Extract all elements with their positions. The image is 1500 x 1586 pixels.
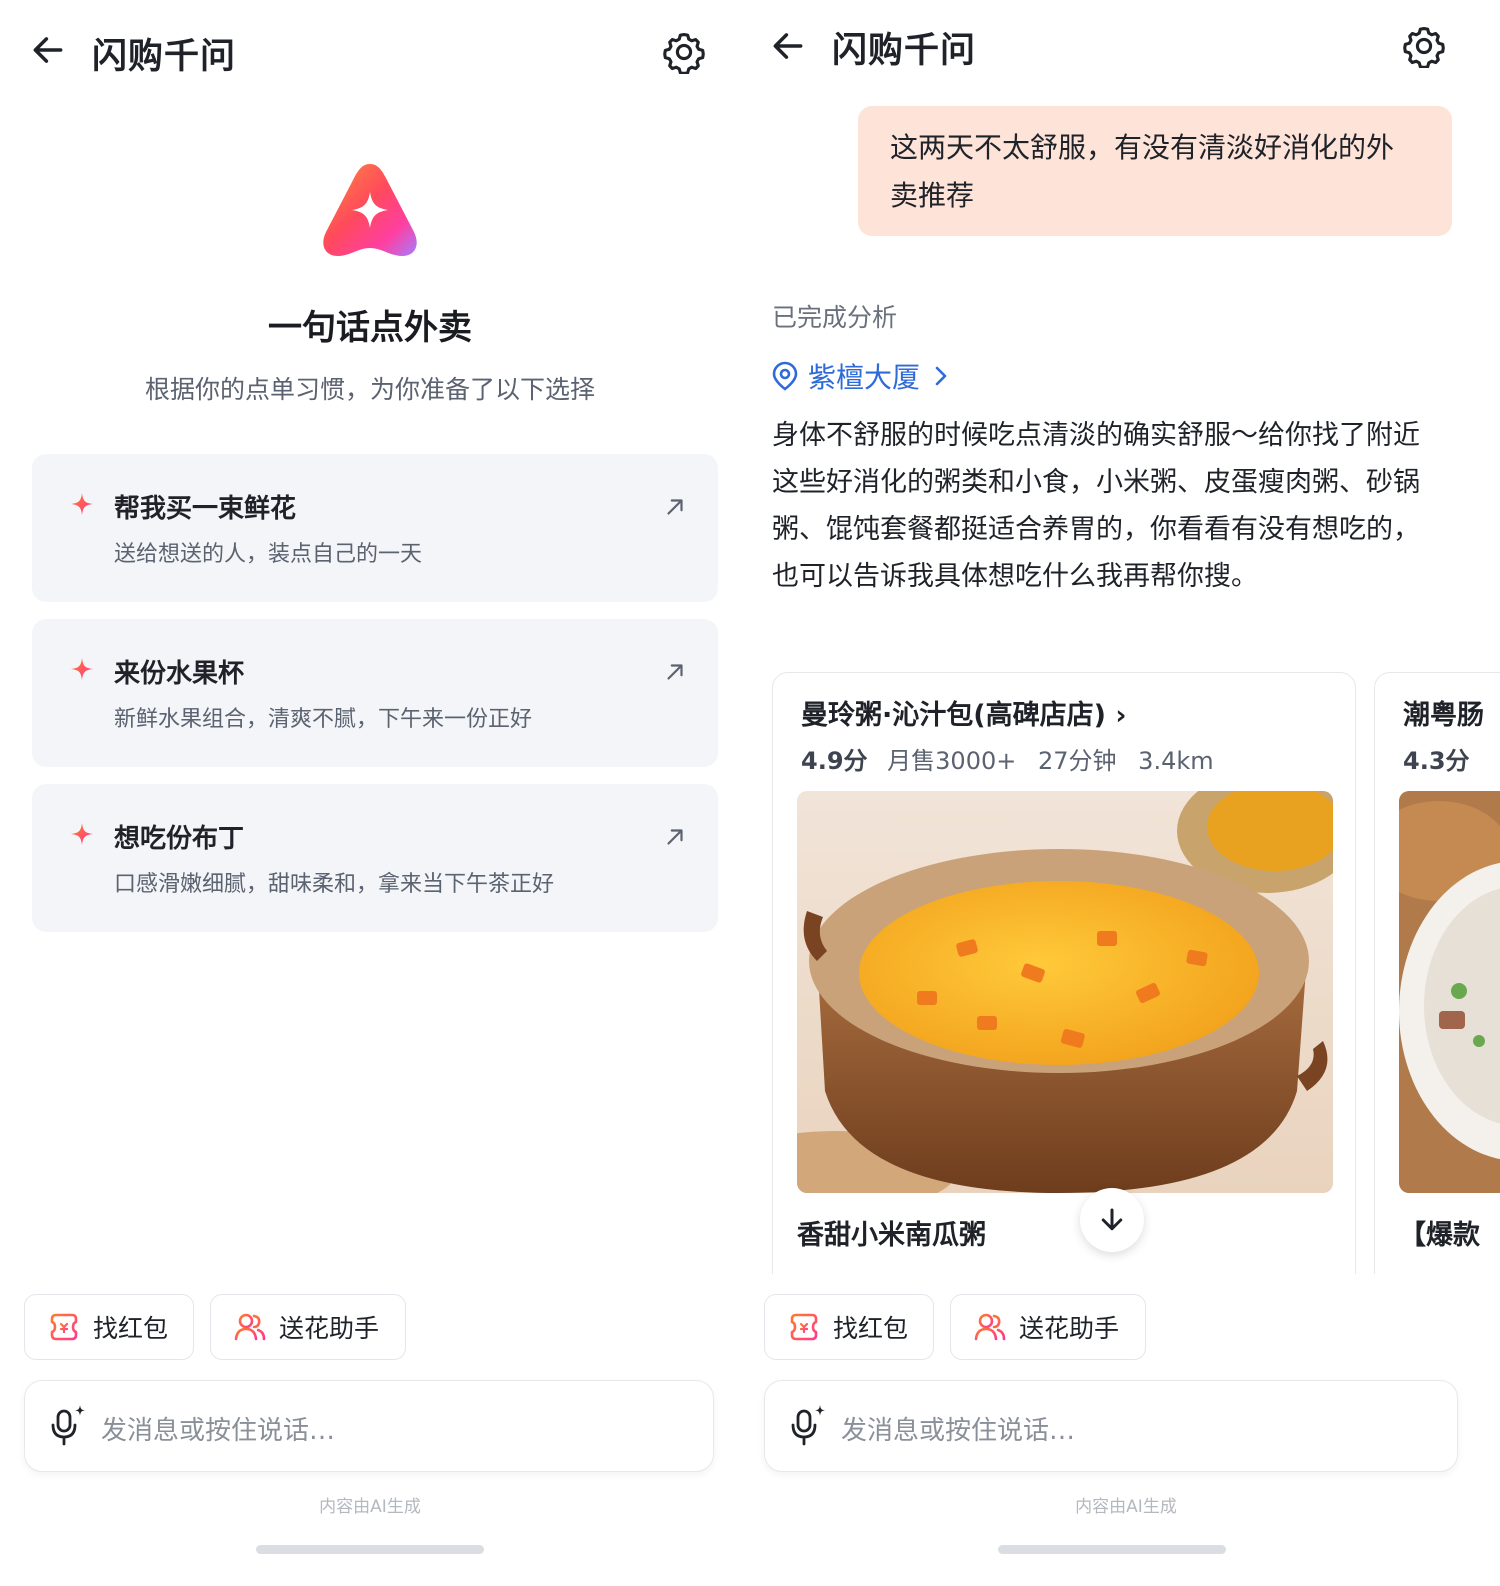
arrow-down-icon [1101,1208,1123,1231]
delivery-time: 27分钟 [1037,747,1117,775]
hero-title: 一句话点外卖 [268,308,472,348]
arrow-up-right-icon [667,499,683,515]
settings-button[interactable] [658,26,710,78]
find-red-packet-button[interactable]: 找红包 [24,1294,194,1360]
suggestion-title: 想吃份布丁 [114,824,245,854]
store-sales: 月售3000+ [887,747,1017,775]
dish-image[interactable] [797,791,1333,1193]
app-header: 闪购千问 [752,0,1500,100]
red-packet-icon [790,1313,818,1341]
screen-divider [740,0,752,1586]
store-name-label: 曼玲粥·沁汁包(高碑店店) [801,700,1106,731]
suggestion-desc: 送给想送的人，装点自己的一天 [114,542,423,567]
app-header: 闪购千问 [0,0,740,100]
sparkle-icon [71,493,93,515]
store-distance: 3.4km [1138,747,1214,775]
store-rating: 4.3分 [1403,747,1470,775]
gear-icon [1403,27,1445,68]
message-input[interactable]: 发消息或按住说话… [764,1380,1458,1472]
chip-label: 送花助手 [279,1314,380,1343]
arrow-up-right-icon [667,664,683,680]
back-button[interactable] [24,26,72,74]
sparkle-icon [71,823,93,845]
store-rating: 4.9分 [801,747,868,775]
chip-label: 找红包 [93,1314,169,1343]
suggestion-desc: 新鲜水果组合，清爽不腻，下午来一份正好 [114,707,533,732]
hero-subtitle: 根据你的点单习惯，为你准备了以下选择 [144,375,595,404]
input-placeholder: 发消息或按住说话… [101,1416,336,1446]
input-placeholder: 发消息或按住说话… [841,1416,1076,1446]
flower-assistant-button[interactable]: 送花助手 [210,1294,406,1360]
suggestion-card[interactable]: 帮我买一束鲜花 送给想送的人，装点自己的一天 [32,454,718,602]
flower-assistant-button[interactable]: 送花助手 [950,1294,1146,1360]
suggestion-card[interactable]: 想吃份布丁 口感滑嫩细腻，甜味柔和，拿来当下午茶正好 [32,784,718,932]
dish-name: 【爆款 [1399,1220,1480,1251]
settings-button[interactable] [1398,20,1450,72]
store-name[interactable]: 潮粤肠 [1403,693,1484,732]
chevron-right-icon [935,366,947,386]
suggestion-title: 帮我买一束鲜花 [114,494,297,524]
gear-icon [663,33,705,74]
dish-name: 香甜小米南瓜粥 [797,1220,986,1251]
qianwen-logo-icon [318,158,422,262]
store-meta: 4.3分 [1403,741,1482,776]
users-icon [974,1313,1006,1341]
chip-label: 送花助手 [1019,1314,1120,1343]
location-label: 紫檀大厦 [808,361,921,394]
back-arrow-icon [33,37,63,63]
microphone-icon[interactable] [49,1403,89,1447]
suggestion-card[interactable]: 来份水果杯 新鲜水果组合，清爽不腻，下午来一份正好 [32,619,718,767]
page-title: 闪购千问 [92,37,237,77]
home-indicator[interactable] [998,1545,1226,1554]
user-message-bubble: 这两天不太舒服，有没有清淡好消化的外卖推荐 [858,106,1452,236]
location-link[interactable]: 紫檀大厦 [772,356,950,396]
suggestion-title: 来份水果杯 [114,659,245,689]
left-screen: 闪购千问 一句话点外卖 根据你的点单习惯，为你准备了以下选择 帮我买一束鲜花 送… [0,0,740,1586]
store-name[interactable]: 曼玲粥·沁汁包(高碑店店) › [801,693,1126,732]
arrow-up-right-icon [667,829,683,845]
ai-generated-note: 内容由AI生成 [319,1497,421,1517]
dish-image[interactable] [1399,791,1500,1193]
store-meta: 4.9分 月售3000+ 27分钟 3.4km [801,741,1228,776]
assistant-reply: 身体不舒服的时候吃点清淡的确实舒服～给你找了附近这些好消化的粥类和小食，小米粥、… [772,420,1420,592]
red-packet-icon [50,1313,78,1341]
analysis-status: 已完成分析 [772,303,898,332]
ai-generated-note: 内容由AI生成 [1075,1497,1177,1517]
message-input[interactable]: 发消息或按住说话… [24,1380,714,1472]
users-icon [234,1313,266,1341]
right-screen: 闪购千问 这两天不太舒服，有没有清淡好消化的外卖推荐 已完成分析 紫檀大厦 身体… [752,0,1500,1586]
back-arrow-icon [773,33,803,59]
sparkle-icon [71,658,93,680]
back-button[interactable] [764,22,812,70]
store-card[interactable]: 曼玲粥·沁汁包(高碑店店) › 4.9分 月售3000+ 27分钟 3.4km [772,672,1356,1312]
home-indicator[interactable] [256,1545,484,1554]
chip-label: 找红包 [833,1314,909,1343]
location-pin-icon [772,361,798,391]
store-card[interactable]: 潮粤肠 4.3分 【爆款 [1374,672,1500,1312]
microphone-icon[interactable] [789,1403,829,1447]
suggestion-desc: 口感滑嫩细腻，甜味柔和，拿来当下午茶正好 [114,872,555,897]
find-red-packet-button[interactable]: 找红包 [764,1294,934,1360]
scroll-to-bottom-button[interactable] [1080,1188,1144,1252]
chevron-right-icon: › [1115,700,1127,731]
page-title: 闪购千问 [832,31,977,71]
